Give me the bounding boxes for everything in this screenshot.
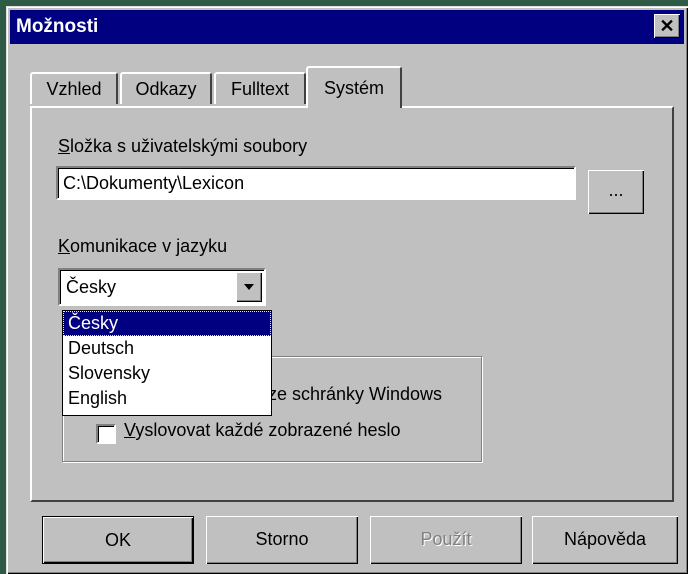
language-select[interactable]: Česky [58, 268, 266, 306]
pronounce-checkbox-label: Vyslovovat každé zobrazené heslo [124, 420, 401, 440]
tab-system[interactable]: Systém [306, 66, 402, 108]
language-selected-value: Česky [66, 277, 117, 297]
ok-button[interactable]: OK [42, 516, 194, 564]
language-dropdown-list: Česky Deutsch Slovensky English [62, 310, 272, 416]
tab-fulltext[interactable]: Fulltext [214, 72, 306, 104]
tab-odkazy[interactable]: Odkazy [120, 72, 212, 104]
close-icon: ✕ [659, 16, 675, 36]
cancel-button[interactable]: Storno [206, 516, 358, 564]
folder-path-value: C:\Dokumenty\Lexicon [63, 173, 245, 193]
browse-button[interactable]: ... [588, 170, 644, 214]
language-dropdown-button[interactable] [236, 272, 262, 302]
clipboard-checkbox-label: ze schránky Windows [268, 384, 443, 404]
options-dialog: Možnosti ✕ Vzhled Odkazy Fulltext Systém… [6, 6, 688, 574]
language-option-english[interactable]: English [63, 386, 271, 411]
close-button[interactable]: ✕ [654, 14, 680, 38]
language-option-slovensky[interactable]: Slovensky [63, 361, 271, 386]
title-bar[interactable]: Možnosti ✕ [10, 10, 684, 44]
folder-path-input[interactable]: C:\Dokumenty\Lexicon [56, 166, 576, 200]
folder-label: Složka s uživatelskými soubory [58, 136, 308, 156]
tab-vzhled[interactable]: Vzhled [30, 72, 118, 104]
apply-button[interactable]: Použít [370, 516, 522, 564]
chevron-down-icon [244, 284, 254, 290]
help-button[interactable]: Nápověda [532, 516, 678, 564]
language-label: Komunikace v jazyku [58, 236, 228, 256]
pronounce-checkbox[interactable] [96, 424, 116, 444]
language-option-cesky[interactable]: Česky [63, 311, 271, 336]
language-option-deutsch[interactable]: Deutsch [63, 336, 271, 361]
dialog-title: Možnosti [16, 16, 99, 37]
